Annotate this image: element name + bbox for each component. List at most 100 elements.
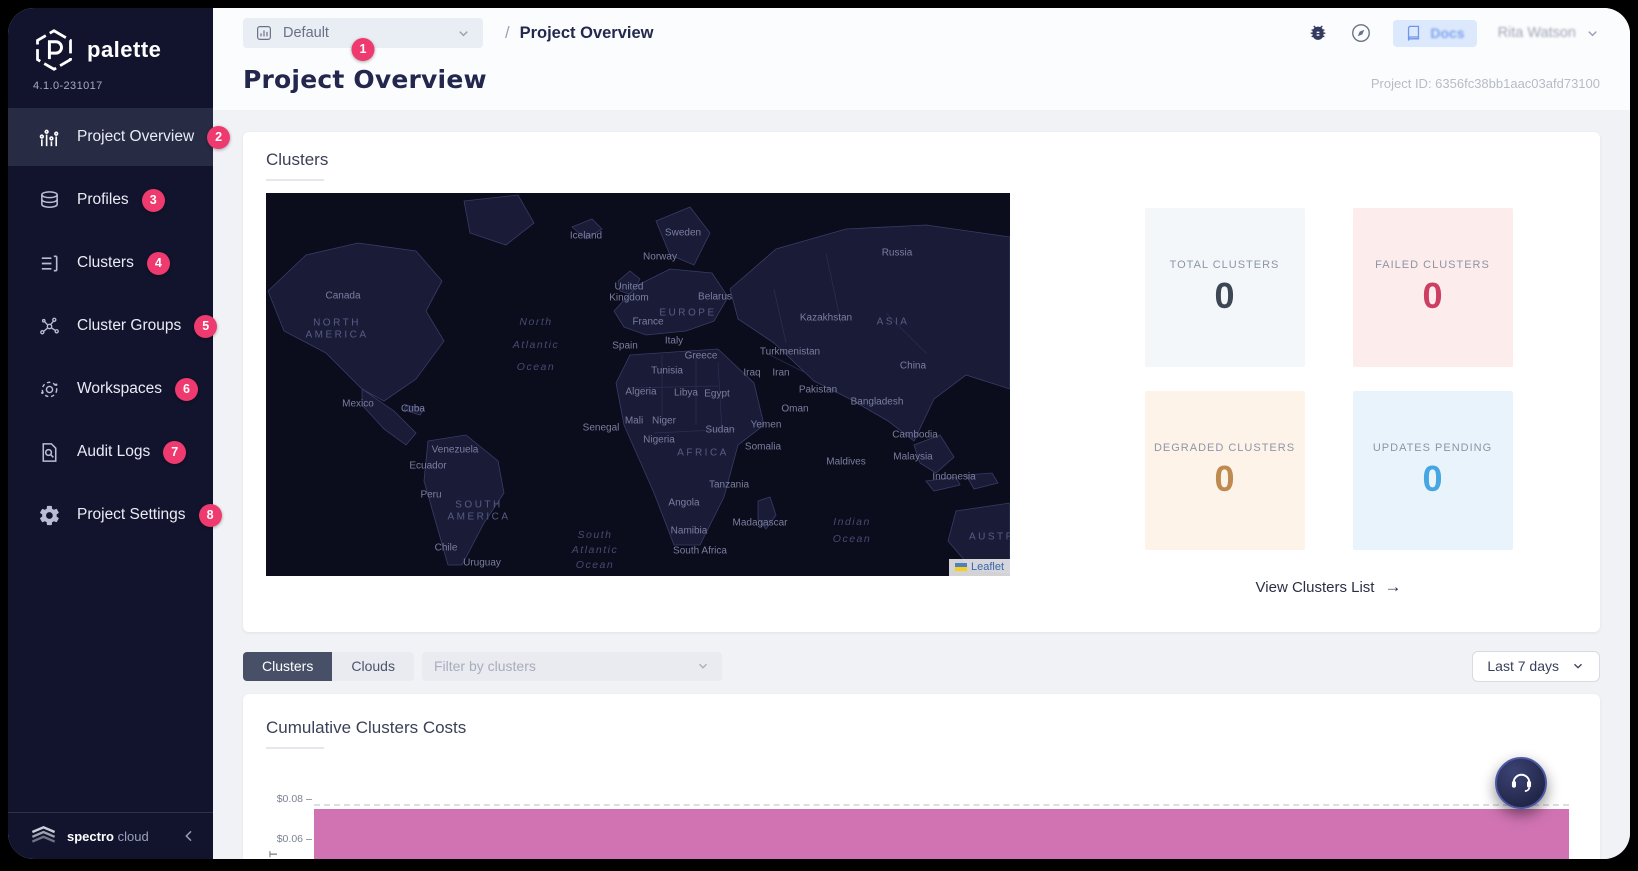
- view-clusters-list-label: View Clusters List: [1255, 578, 1375, 596]
- y-tick-label: $0.08: [276, 793, 303, 805]
- sidebar-item-cluster-groups[interactable]: Cluster Groups 5: [8, 297, 218, 355]
- costs-chart: COST $0.08 $0.06: [266, 761, 1577, 859]
- sidebar-item-label: Cluster Groups: [77, 317, 182, 334]
- sidebar: palette 4.1.0-231017 Project Overview 2 Pr…: [8, 8, 231, 859]
- breadcrumb-current[interactable]: Project Overview: [520, 24, 654, 43]
- y-tick: $0.08: [266, 793, 312, 805]
- view-clusters-list-link[interactable]: View Clusters List →: [1256, 577, 1402, 597]
- topbar-actions: Docs Rita Watson: [1307, 19, 1600, 47]
- chevron-down-icon: [696, 659, 710, 673]
- sidebar-item-audit-logs[interactable]: Audit Logs 7: [8, 423, 213, 481]
- cluster-stats-panel: TOTAL CLUSTERS 0 FAILED CLUSTERS 0 DEGRADED …: [1010, 208, 1577, 597]
- sidebar-item-project-settings[interactable]: Project Settings 8: [8, 486, 222, 544]
- sidebar-item-label: Audit Logs: [77, 443, 151, 460]
- map-attribution-label: Leaflet: [970, 561, 1004, 573]
- time-range-select[interactable]: Last 7 days: [1472, 650, 1600, 682]
- headset-icon: [1508, 768, 1535, 798]
- sidebar-item-project-overview[interactable]: Project Overview 2: [8, 108, 231, 166]
- page-title: Project Overview: [243, 65, 487, 94]
- chevron-down-icon: [1571, 659, 1585, 673]
- flag-icon: [954, 563, 967, 571]
- stat-value: 0: [1422, 458, 1443, 500]
- sidebar-item-label: Clusters: [77, 254, 134, 271]
- clusters-card-title: Clusters: [266, 150, 329, 169]
- step-badge-7: 7: [163, 440, 187, 464]
- app-window: palette 4.1.0-231017 Project Overview 2 Pr…: [8, 8, 1630, 859]
- project-id: Project ID: 6356fc38bb1aac03afd73100: [1370, 76, 1600, 91]
- sidebar-item-label: Workspaces: [77, 380, 162, 397]
- world-map-land: [267, 194, 1010, 574]
- world-map[interactable]: Iceland Sweden Norway Russia Canada United Kin…: [266, 193, 1010, 576]
- stat-value: 0: [1214, 275, 1235, 317]
- project-scope-selector[interactable]: Default 1: [243, 18, 483, 61]
- arrow-right-icon: →: [1384, 577, 1402, 596]
- chart-scope-tabs: Clusters Clouds: [243, 651, 414, 681]
- bug-report-button[interactable]: [1307, 22, 1329, 44]
- step-badge-6: 6: [175, 377, 198, 401]
- help-button[interactable]: [1350, 22, 1372, 44]
- sidebar-item-label: Project Overview: [77, 128, 195, 145]
- chevron-down-icon: [1585, 26, 1600, 41]
- stat-label: UPDATES PENDING: [1372, 442, 1493, 455]
- footer-brand: spectro cloud: [67, 829, 171, 844]
- docs-button[interactable]: Docs: [1393, 19, 1477, 47]
- tick-mark: [306, 798, 312, 800]
- cluster-filter-placeholder: Filter by clusters: [433, 658, 536, 674]
- costs-card-title: Cumulative Clusters Costs: [266, 718, 467, 737]
- user-menu[interactable]: Rita Watson: [1498, 25, 1600, 41]
- sidebar-item-clusters[interactable]: Clusters 4: [8, 234, 213, 292]
- stat-label: DEGRADED CLUSTERS: [1153, 442, 1296, 455]
- stat-label: FAILED CLUSTERS: [1375, 259, 1490, 272]
- docs-label: Docs: [1430, 25, 1465, 41]
- y-tick: $0.06: [266, 833, 312, 845]
- cluster-stats: TOTAL CLUSTERS 0 FAILED CLUSTERS 0 DEGRADED …: [1144, 208, 1513, 550]
- step-badge-3: 3: [141, 188, 165, 212]
- page-head: Project Overview Project ID: 6356fc38bb1…: [243, 65, 1600, 110]
- tab-clouds[interactable]: Clouds: [332, 651, 414, 681]
- breadcrumb: / Project Overview: [505, 24, 654, 43]
- book-icon: [1405, 25, 1422, 42]
- sidebar-footer: spectro cloud: [8, 812, 213, 859]
- sidebar-collapse-button[interactable]: [181, 828, 197, 844]
- support-fab[interactable]: [1495, 757, 1547, 809]
- orbit-icon: [38, 378, 61, 401]
- topbar: Default 1 / Project Overview Docs Rita W…: [243, 15, 1600, 61]
- main-body: Clusters Iceland Sweden Norway Russia Ca…: [213, 110, 1630, 859]
- tab-clusters[interactable]: Clusters: [243, 651, 333, 681]
- palette-logo-icon: [32, 28, 76, 72]
- clusters-body: Iceland Sweden Norway Russia Canada United Kin…: [266, 193, 1577, 597]
- footer-brand-light: cloud: [117, 828, 149, 844]
- brand: palette: [8, 8, 213, 78]
- tick-mark: [306, 838, 312, 840]
- brand-name: palette: [87, 37, 162, 62]
- sidebar-nav: Project Overview 2 Profiles 3 Clusters 4 Clust…: [8, 108, 231, 812]
- step-badge-4: 4: [146, 251, 170, 275]
- network-icon: [38, 315, 61, 338]
- sidebar-item-profiles[interactable]: Profiles 3: [8, 171, 213, 229]
- cluster-filter-select[interactable]: Filter by clusters: [421, 651, 722, 681]
- costs-card: Cumulative Clusters Costs COST $0.08 $0.…: [243, 694, 1600, 859]
- chart-box-icon: [255, 24, 273, 42]
- desktop: { "sidebar": { "brand": "palette", "vers…: [0, 0, 1638, 871]
- title-underline: [266, 179, 324, 181]
- clusters-card: Clusters Iceland Sweden Norway Russia Ca…: [243, 132, 1600, 632]
- version-label: 4.1.0-231017: [33, 80, 103, 92]
- list-icon: [38, 252, 61, 275]
- sidebar-item-workspaces[interactable]: Workspaces 6: [8, 360, 213, 418]
- gear-icon: [38, 504, 61, 527]
- cost-area-series: [314, 809, 1569, 859]
- stat-value: 0: [1422, 275, 1443, 317]
- step-badge-1: 1: [351, 38, 375, 61]
- breadcrumb-separator: /: [505, 23, 510, 42]
- stat-card-failed-clusters: FAILED CLUSTERS 0: [1352, 208, 1513, 367]
- stat-card-degraded-clusters: DEGRADED CLUSTERS 0: [1144, 391, 1305, 550]
- y-tick-label: $0.06: [276, 833, 303, 845]
- map-attribution[interactable]: Leaflet: [948, 559, 1010, 576]
- doc-search-icon: [38, 441, 61, 464]
- spectrocloud-logo-icon: [30, 825, 57, 847]
- chevron-down-icon: [456, 26, 471, 41]
- header-band: Default 1 / Project Overview Docs Rita W…: [213, 8, 1630, 110]
- sidebar-item-label: Profiles: [77, 191, 129, 208]
- analytics-icon: [38, 126, 61, 149]
- time-range-value: Last 7 days: [1487, 658, 1559, 674]
